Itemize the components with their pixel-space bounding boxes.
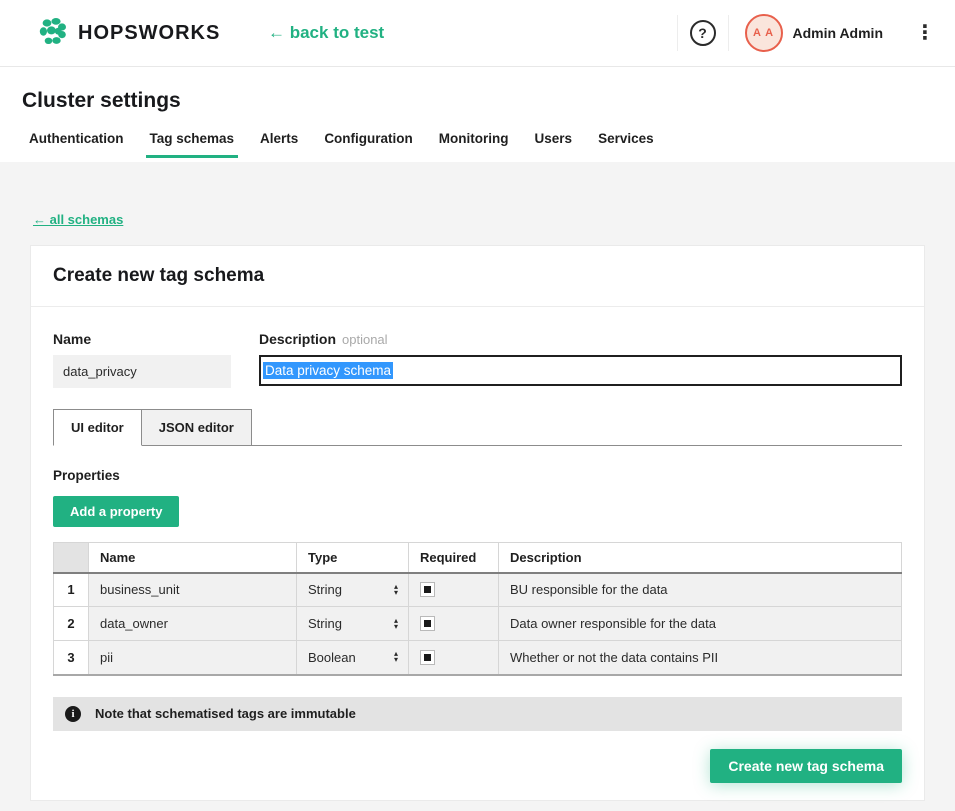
property-type-select[interactable]: String ▴▾ xyxy=(297,607,409,641)
page-title: Cluster settings xyxy=(22,89,955,113)
row-number-header xyxy=(54,543,89,573)
selected-text: Data privacy schema xyxy=(263,362,393,379)
optional-hint: optional xyxy=(342,332,388,347)
all-schemas-link[interactable]: ← all schemas xyxy=(33,212,123,227)
select-arrows-icon: ▴▾ xyxy=(394,651,398,663)
required-checkbox[interactable] xyxy=(420,616,435,631)
add-property-button[interactable]: Add a property xyxy=(53,496,179,527)
table-row: 3 pii Boolean ▴▾ Whether or not the data… xyxy=(54,641,902,675)
required-cell xyxy=(409,641,499,675)
checkbox-mark xyxy=(424,620,431,627)
property-type-select[interactable]: String ▴▾ xyxy=(297,573,409,607)
tab-tag-schemas[interactable]: Tag schemas xyxy=(146,131,239,158)
tab-users[interactable]: Users xyxy=(531,131,577,158)
property-name-input[interactable]: business_unit xyxy=(89,573,297,607)
name-column-header: Name xyxy=(89,543,297,573)
checkbox-mark xyxy=(424,586,431,593)
tab-json-editor[interactable]: JSON editor xyxy=(142,409,252,446)
property-type-select[interactable]: Boolean ▴▾ xyxy=(297,641,409,675)
help-button[interactable]: ? xyxy=(678,20,728,46)
divider xyxy=(728,15,729,51)
properties-label: Properties xyxy=(53,468,902,483)
app-header: HOPSWORKS ← back to test ? A A Admin Adm… xyxy=(0,0,955,67)
back-to-project-link[interactable]: ← back to test xyxy=(268,23,384,43)
select-arrows-icon: ▴▾ xyxy=(394,618,398,630)
name-label: Name xyxy=(53,331,231,347)
row-number: 3 xyxy=(54,641,89,675)
required-checkbox[interactable] xyxy=(420,582,435,597)
create-tag-schema-button[interactable]: Create new tag schema xyxy=(710,749,902,783)
table-row: 1 business_unit String ▴▾ BU responsible… xyxy=(54,573,902,607)
property-name-input[interactable]: data_owner xyxy=(89,607,297,641)
card-header: Create new tag schema xyxy=(31,246,924,307)
property-description-input[interactable]: Data owner responsible for the data xyxy=(499,607,902,641)
row-number: 2 xyxy=(54,607,89,641)
required-cell xyxy=(409,573,499,607)
description-column-header: Description xyxy=(499,543,902,573)
immutable-note: i Note that schematised tags are immutab… xyxy=(53,697,902,731)
hopsworks-logo-icon xyxy=(38,16,68,51)
property-name-input[interactable]: pii xyxy=(89,641,297,675)
settings-tabs: Authentication Tag schemas Alerts Config… xyxy=(25,131,955,158)
tab-configuration[interactable]: Configuration xyxy=(320,131,416,158)
tab-alerts[interactable]: Alerts xyxy=(256,131,302,158)
select-arrows-icon: ▴▾ xyxy=(394,584,398,596)
table-row: 2 data_owner String ▴▾ Data owner respon… xyxy=(54,607,902,641)
required-cell xyxy=(409,607,499,641)
note-text: Note that schematised tags are immutable xyxy=(95,706,356,721)
required-column-header: Required xyxy=(409,543,499,573)
avatar[interactable]: A A xyxy=(745,14,783,52)
create-schema-card: Create new tag schema Name data_privacy … xyxy=(30,245,925,801)
description-input[interactable]: Data privacy schema xyxy=(259,355,902,386)
editor-tabs: UI editor JSON editor xyxy=(53,409,902,446)
kebab-menu-icon[interactable]: ⋮ xyxy=(909,23,941,43)
properties-table: Name Type Required Description 1 busines… xyxy=(53,542,902,676)
help-icon: ? xyxy=(690,20,716,46)
card-title: Create new tag schema xyxy=(53,265,264,287)
brand-name: HOPSWORKS xyxy=(78,22,220,45)
user-name: Admin Admin xyxy=(793,25,883,41)
info-icon: i xyxy=(65,706,81,722)
property-description-input[interactable]: BU responsible for the data xyxy=(499,573,902,607)
name-input[interactable]: data_privacy xyxy=(53,355,231,388)
tab-authentication[interactable]: Authentication xyxy=(25,131,128,158)
tab-ui-editor[interactable]: UI editor xyxy=(53,409,142,446)
type-column-header: Type xyxy=(297,543,409,573)
tab-services[interactable]: Services xyxy=(594,131,658,158)
tab-monitoring[interactable]: Monitoring xyxy=(435,131,513,158)
row-number: 1 xyxy=(54,573,89,607)
property-description-input[interactable]: Whether or not the data contains PII xyxy=(499,641,902,675)
brand[interactable]: HOPSWORKS xyxy=(38,16,220,51)
required-checkbox[interactable] xyxy=(420,650,435,665)
description-label: Descriptionoptional xyxy=(259,331,902,347)
page-head: Cluster settings Authentication Tag sche… xyxy=(0,67,955,162)
checkbox-mark xyxy=(424,654,431,661)
